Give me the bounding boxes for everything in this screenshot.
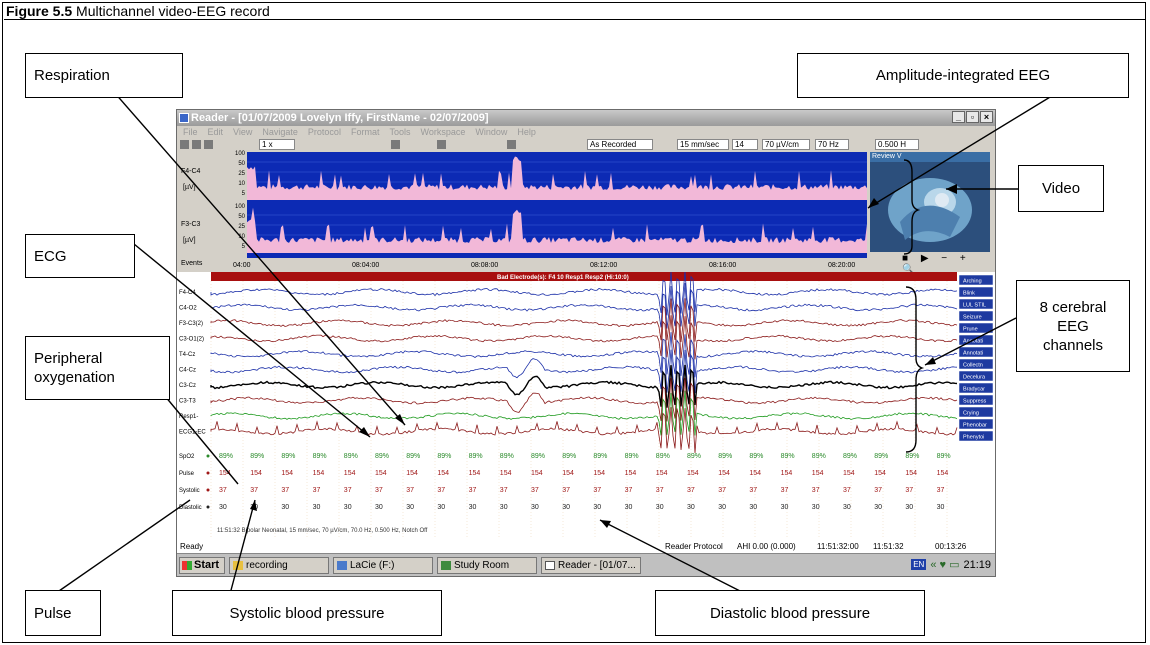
callout-diastolic: Diastolic blood pressure <box>655 590 925 636</box>
callout-ecg: ECG <box>25 234 135 278</box>
callout-cerebral: 8 cerebral EEG channels <box>1016 280 1130 372</box>
callout-oxygenation: Peripheral oxygenation <box>25 336 170 400</box>
callout-systolic: Systolic blood pressure <box>172 590 442 636</box>
callout-aeeg: Amplitude-integrated EEG <box>797 53 1129 98</box>
callout-respiration: Respiration <box>25 53 183 98</box>
callout-pulse: Pulse <box>25 590 101 636</box>
callout-video: Video <box>1018 165 1104 212</box>
